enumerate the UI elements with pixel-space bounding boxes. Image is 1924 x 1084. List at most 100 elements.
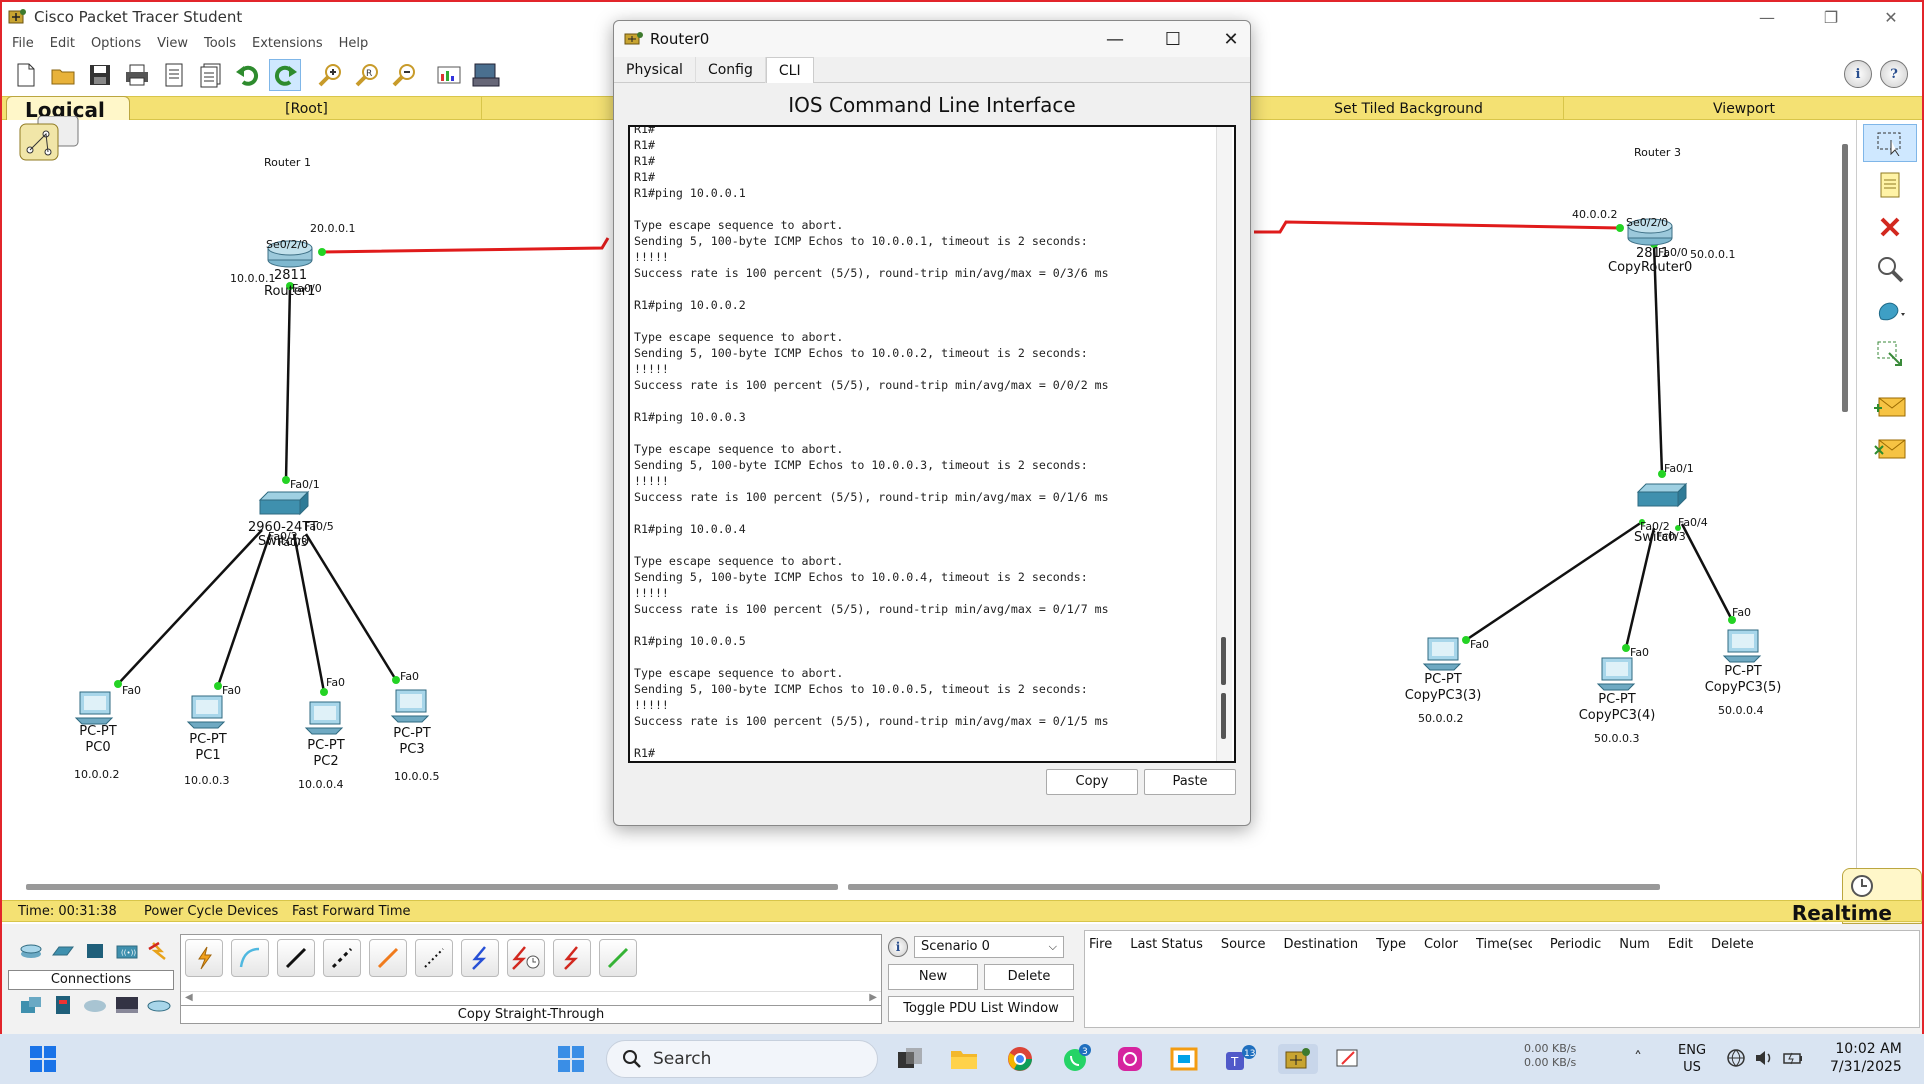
scenario-select[interactable]: Scenario 0 ⌵	[914, 936, 1064, 958]
redo-icon[interactable]	[269, 59, 301, 91]
toggle-pdu-list-button[interactable]: Toggle PDU List Window	[888, 996, 1074, 1022]
scenario-info-icon[interactable]: i	[888, 937, 908, 957]
menu-edit[interactable]: Edit	[50, 36, 75, 51]
paste-button[interactable]: Paste	[1144, 769, 1236, 795]
tab-config[interactable]: Config	[696, 57, 766, 83]
dialog-close-button[interactable]: ✕	[1202, 21, 1260, 57]
dialog-minimize-button[interactable]: —	[1086, 21, 1144, 57]
taskbar-search[interactable]: Search	[606, 1040, 878, 1078]
info-icon[interactable]: i	[1844, 60, 1872, 88]
menu-help[interactable]: Help	[339, 36, 369, 51]
connections-icon[interactable]	[146, 940, 172, 962]
tab-cli[interactable]: CLI	[765, 57, 814, 83]
link-switch0-pc1[interactable]	[216, 533, 272, 687]
switch0-icon[interactable]	[258, 490, 310, 516]
note-tool-icon[interactable]	[1863, 166, 1917, 204]
undo-icon[interactable]	[232, 59, 264, 91]
cable-type-cloud-icon[interactable]	[82, 994, 108, 1016]
link-router3-switch[interactable]	[1652, 243, 1664, 475]
straight-through-cable-icon[interactable]	[277, 939, 315, 977]
automatic-connection-icon[interactable]	[185, 939, 223, 977]
cable-type-auto-icon[interactable]	[18, 994, 44, 1016]
whatsapp-icon[interactable]: 3	[1060, 1044, 1092, 1074]
wireless-devices-icon[interactable]: ((•))	[114, 940, 140, 962]
crossover-cable-icon[interactable]	[323, 939, 361, 977]
tab-physical[interactable]: Physical	[614, 57, 696, 83]
chrome-icon[interactable]	[1004, 1044, 1036, 1074]
cable-type-console-icon[interactable]	[50, 994, 76, 1016]
volume-icon[interactable]	[1754, 1048, 1774, 1068]
windows-start-icon[interactable]	[28, 1044, 58, 1074]
menu-file[interactable]: File	[12, 36, 34, 51]
octal-cable-icon[interactable]	[599, 939, 637, 977]
cable-type-hub-icon[interactable]	[146, 994, 172, 1016]
viewport-button[interactable]: Viewport	[1564, 97, 1924, 121]
packet-tracer-taskbar-icon[interactable]	[1278, 1044, 1318, 1074]
link-switch0-pc3[interactable]	[304, 533, 398, 681]
menu-options[interactable]: Options	[91, 36, 141, 51]
serial-dce-cable-icon[interactable]	[507, 939, 545, 977]
new-file-icon[interactable]	[10, 59, 42, 91]
fast-forward-time-button[interactable]: Fast Forward Time	[292, 904, 410, 919]
set-tiled-background-button[interactable]: Set Tiled Background	[1254, 97, 1564, 121]
pc3-icon[interactable]	[390, 689, 430, 723]
menu-tools[interactable]: Tools	[204, 36, 236, 51]
cli-terminal[interactable]: R1# R1# R1# R1# R1#ping 10.0.0.1 Type es…	[628, 125, 1236, 763]
teams-icon[interactable]: T 13	[1224, 1044, 1256, 1074]
palette-icon[interactable]	[433, 59, 465, 91]
file-explorer-icon[interactable]	[948, 1044, 980, 1074]
resize-shape-tool-icon[interactable]	[1863, 334, 1917, 372]
copypc3-4-icon[interactable]	[1596, 657, 1636, 691]
power-cycle-devices-button[interactable]: Power Cycle Devices	[144, 904, 278, 919]
custom-device-icon[interactable]	[470, 59, 502, 91]
chevron-up-icon[interactable]: ˄	[1634, 1048, 1642, 1067]
network-devices-icon[interactable]	[18, 940, 44, 962]
menu-view[interactable]: View	[157, 36, 188, 51]
dialog-maximize-button[interactable]: ☐	[1144, 21, 1202, 57]
task-view-icon[interactable]	[894, 1044, 926, 1074]
phone-cable-icon[interactable]	[415, 939, 453, 977]
serial-link-left[interactable]	[321, 237, 610, 254]
pc1-icon[interactable]	[186, 695, 226, 729]
notes-icon[interactable]	[195, 59, 227, 91]
cable-type-multiuser-icon[interactable]	[114, 994, 140, 1016]
root-button[interactable]: [Root]	[132, 97, 482, 121]
serial-link-right[interactable]	[1254, 220, 1621, 234]
copy-button[interactable]: Copy	[1046, 769, 1138, 795]
close-button[interactable]: ✕	[1862, 2, 1920, 32]
add-complex-pdu-icon[interactable]	[1863, 428, 1917, 466]
end-devices-icon[interactable]	[50, 940, 76, 962]
globe-icon[interactable]	[1726, 1048, 1746, 1068]
cluster-icon[interactable]	[18, 116, 84, 162]
zoom-in-icon[interactable]	[314, 59, 346, 91]
switch3-icon[interactable]	[1636, 482, 1688, 508]
save-icon[interactable]	[84, 59, 116, 91]
pc2-icon[interactable]	[304, 701, 344, 735]
zoom-out-icon[interactable]	[388, 59, 420, 91]
link-switch-copypc3-4[interactable]	[1624, 527, 1656, 649]
delete-scenario-button[interactable]: Delete	[984, 964, 1074, 990]
serial-dte-cable-icon[interactable]	[553, 939, 591, 977]
activity-wizard-icon[interactable]	[158, 59, 190, 91]
cable-scrollbar[interactable]: ◀ ▶	[181, 991, 881, 1005]
workspace-vertical-scrollbar[interactable]	[1842, 144, 1848, 412]
open-folder-icon[interactable]	[47, 59, 79, 91]
workspace-horizontal-scrollbar-2[interactable]	[848, 884, 1660, 890]
menu-extensions[interactable]: Extensions	[252, 36, 323, 51]
delete-tool-icon[interactable]	[1863, 208, 1917, 246]
print-icon[interactable]	[121, 59, 153, 91]
draw-shape-tool-icon[interactable]	[1863, 292, 1917, 330]
link-switch-copypc3-5[interactable]	[1680, 523, 1734, 621]
select-tool-icon[interactable]	[1863, 124, 1917, 162]
link-router1-switch0[interactable]	[284, 285, 292, 481]
instagram-icon[interactable]	[1114, 1044, 1146, 1074]
zoom-reset-icon[interactable]: R	[351, 59, 383, 91]
coaxial-cable-icon[interactable]	[461, 939, 499, 977]
pc0-icon[interactable]	[74, 691, 114, 725]
link-switch0-pc0[interactable]	[117, 529, 263, 685]
minimize-button[interactable]: —	[1738, 2, 1796, 32]
windows-logo-icon[interactable]	[556, 1044, 586, 1074]
help-icon[interactable]: ?	[1880, 60, 1908, 88]
new-scenario-button[interactable]: New	[888, 964, 978, 990]
inspect-tool-icon[interactable]	[1863, 250, 1917, 288]
